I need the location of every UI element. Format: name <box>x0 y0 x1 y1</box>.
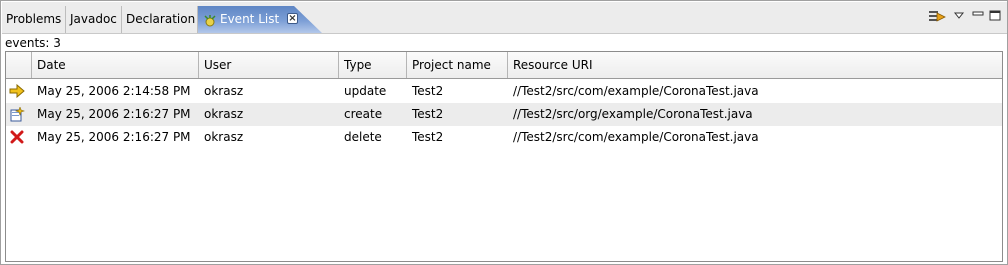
cell-user: okrasz <box>204 84 244 98</box>
column-header-date[interactable]: Date <box>32 52 199 78</box>
view-tab-bar: Problems Javadoc Declaration Event List … <box>2 2 1007 34</box>
update-arrow-icon <box>6 80 32 103</box>
table-header: Date User Type Project name Resource URI <box>6 52 1002 79</box>
cell-project-name: Test2 <box>412 84 444 98</box>
column-header-resource-uri[interactable]: Resource URI <box>508 52 1002 78</box>
cell-date: May 25, 2006 2:14:58 PM <box>37 84 191 98</box>
cell-type: delete <box>344 130 382 144</box>
cell-user: okrasz <box>204 107 244 121</box>
tab-javadoc[interactable]: Javadoc <box>66 6 122 33</box>
event-count-label: events: 3 <box>5 36 61 50</box>
table-row[interactable]: May 25, 2006 2:14:58 PM okrasz update Te… <box>6 80 1002 103</box>
filter-icon[interactable] <box>927 8 947 26</box>
column-header-icon[interactable] <box>6 52 32 78</box>
cell-project-name: Test2 <box>412 130 444 144</box>
tab-event-list[interactable]: Event List × <box>198 6 322 33</box>
table-row[interactable]: May 25, 2006 2:16:27 PM okrasz delete Te… <box>6 126 1002 149</box>
cell-user: okrasz <box>204 130 244 144</box>
column-header-type[interactable]: Type <box>339 52 407 78</box>
column-header-user[interactable]: User <box>199 52 339 78</box>
close-icon[interactable]: × <box>287 13 298 24</box>
tab-declaration[interactable]: Declaration <box>122 6 198 33</box>
event-list-icon <box>203 11 217 27</box>
column-header-project-name[interactable]: Project name <box>407 52 508 78</box>
cell-type: create <box>344 107 383 121</box>
cell-date: May 25, 2006 2:16:27 PM <box>37 130 191 144</box>
create-file-icon <box>6 103 32 126</box>
tab-problems[interactable]: Problems <box>2 6 66 33</box>
cell-resource-uri: //Test2/src/com/example/CoronaTest.java <box>513 130 759 144</box>
table-row[interactable]: May 25, 2006 2:16:27 PM okrasz create Te… <box>6 103 1002 126</box>
tab-event-list-label: Event List <box>220 12 280 26</box>
cell-date: May 25, 2006 2:16:27 PM <box>37 107 191 121</box>
minimize-icon[interactable] <box>972 8 984 26</box>
cell-resource-uri: //Test2/src/org/example/CoronaTest.java <box>513 107 753 121</box>
maximize-icon[interactable] <box>989 8 1001 26</box>
event-list-view: Problems Javadoc Declaration Event List … <box>0 0 1008 265</box>
cell-project-name: Test2 <box>412 107 444 121</box>
view-menu-icon[interactable] <box>953 8 965 26</box>
cell-type: update <box>344 84 387 98</box>
cell-resource-uri: //Test2/src/com/example/CoronaTest.java <box>513 84 759 98</box>
event-table[interactable]: Date User Type Project name Resource URI… <box>5 51 1003 262</box>
delete-x-icon <box>6 126 32 149</box>
